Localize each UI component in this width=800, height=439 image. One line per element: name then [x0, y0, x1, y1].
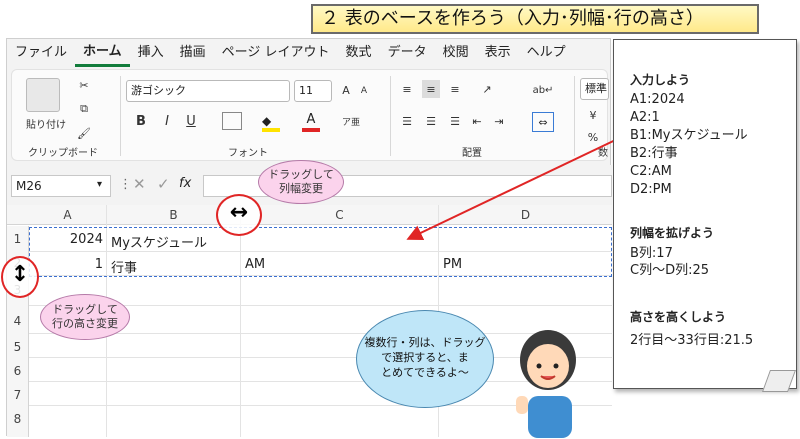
character-illustration	[516, 330, 576, 438]
note-line: 2行目～33行目:21.5	[630, 333, 754, 348]
note-line: C列～D列:25	[630, 263, 710, 278]
note-heading-width: 列幅を拡げよう	[630, 226, 715, 240]
tip-speech-bubble: 複数行・列は、ドラッグ で選択すると、ま とめてできるよ～	[356, 310, 494, 408]
row-resize-cursor-icon: ↕	[10, 262, 30, 287]
note-heading-input: 入力しよう	[630, 73, 691, 87]
note-line: A2:1	[630, 110, 660, 125]
note-line: C2:AM	[630, 164, 672, 179]
note-heading-height: 高さを高くしよう	[630, 310, 727, 324]
instruction-note: 入力しよう A1:2024 A2:1 B1:Myスケジュール B2:行事 C2:…	[613, 39, 797, 389]
note-line: B1:Myスケジュール	[630, 128, 748, 143]
note-line: B列:17	[630, 246, 673, 261]
note-line: A1:2024	[630, 92, 685, 107]
column-drag-callout: ドラッグして 列幅変更	[258, 160, 344, 204]
note-line: B2:行事	[630, 146, 678, 161]
note-line: D2:PM	[630, 182, 672, 197]
row-drag-callout: ドラッグして 行の高さ変更	[40, 294, 130, 340]
column-resize-cursor-icon: ↔	[229, 200, 249, 225]
